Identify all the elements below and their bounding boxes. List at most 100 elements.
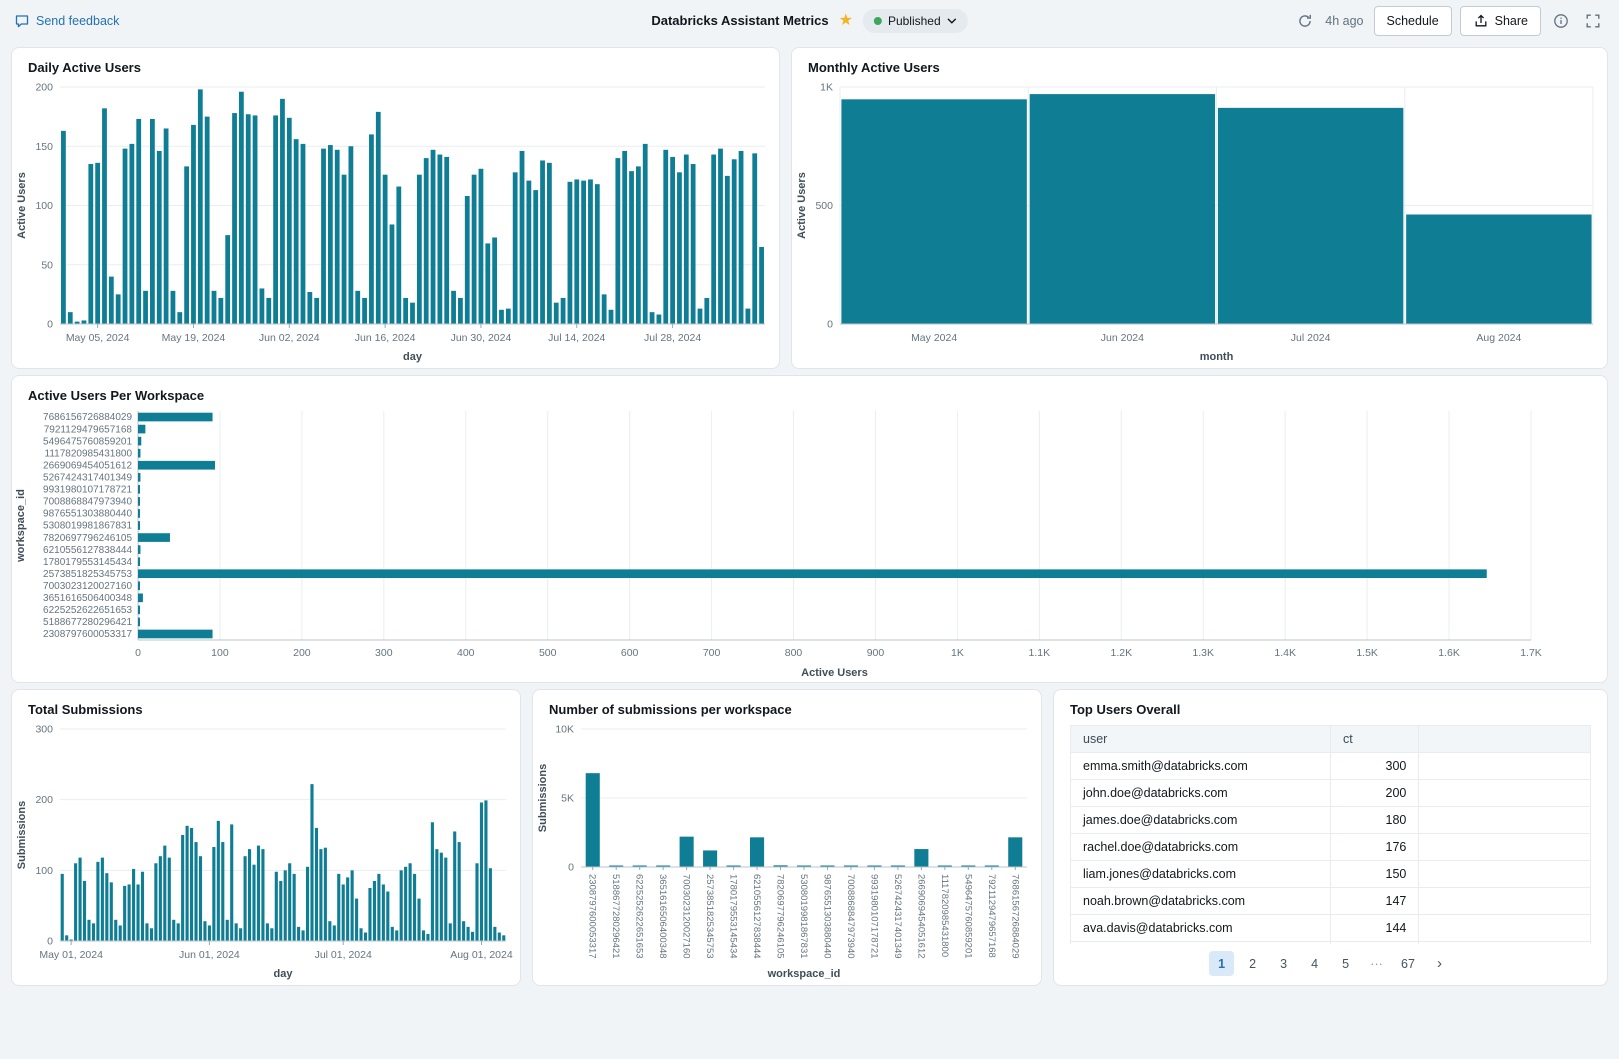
schedule-button[interactable]: Schedule: [1374, 6, 1452, 36]
svg-text:6210556127838444: 6210556127838444: [751, 874, 762, 959]
user-cell: noah.brown@databricks.com: [1071, 888, 1331, 915]
svg-text:month: month: [1200, 351, 1234, 363]
fullscreen-button[interactable]: [1581, 9, 1605, 33]
svg-text:1.3K: 1.3K: [1192, 647, 1214, 659]
refresh-icon: [1297, 13, 1313, 29]
bars: [586, 773, 1023, 867]
svg-text:Aug 01, 2024: Aug 01, 2024: [450, 949, 513, 961]
user-cell: rachel.doe@databricks.com: [1071, 834, 1331, 861]
next-page-button[interactable]: ›: [1427, 951, 1452, 976]
share-button[interactable]: Share: [1460, 6, 1541, 36]
page-button-67[interactable]: 67: [1395, 951, 1421, 976]
spare-cell: [1419, 834, 1591, 861]
svg-text:Jun 01, 2024: Jun 01, 2024: [179, 949, 240, 961]
svg-text:7008868847973940: 7008868847973940: [43, 497, 132, 508]
total-submissions-chart: 0100200300May 01, 2024Jun 01, 2024Jul 01…: [12, 719, 520, 985]
svg-text:Submissions: Submissions: [16, 801, 28, 869]
monthly-active-users-chart: 05001KMay 2024Jun 2024Jul 2024Aug 2024mo…: [792, 77, 1607, 368]
svg-text:9876551303880440: 9876551303880440: [43, 509, 132, 520]
ct-cell: 200: [1331, 780, 1419, 807]
chart-title-submissions-per-workspace: Number of submissions per workspace: [533, 690, 1041, 719]
ct-cell: 150: [1331, 861, 1419, 888]
svg-text:1780179553145434: 1780179553145434: [43, 557, 132, 568]
svg-text:100: 100: [35, 200, 53, 212]
svg-text:5267424317401349: 5267424317401349: [43, 472, 132, 483]
active_users_per_workspace-plot: 01002003004005006007008009001K1.1K1.2K1.…: [12, 405, 1607, 682]
svg-text:2669069454051612: 2669069454051612: [43, 460, 132, 471]
svg-text:300: 300: [375, 647, 393, 659]
fullscreen-icon: [1585, 13, 1601, 29]
top-users-tbody: emma.smith@databricks.com300john.doe@dat…: [1071, 753, 1591, 945]
svg-text:2308797600053317: 2308797600053317: [587, 874, 598, 959]
user-cell: liam.jones@databricks.com: [1071, 861, 1331, 888]
submissions-per-workspace-chart: 05K10K2308797600053317518867728029642162…: [533, 719, 1041, 985]
svg-text:1.2K: 1.2K: [1110, 647, 1132, 659]
grid: [60, 729, 506, 941]
svg-text:150: 150: [35, 141, 53, 153]
table-row: john.doe@databricks.com200: [1071, 780, 1591, 807]
svg-text:10K: 10K: [555, 724, 574, 736]
svg-text:5188677280296421: 5188677280296421: [43, 617, 132, 628]
svg-text:Jun 02, 2024: Jun 02, 2024: [259, 332, 320, 344]
send-feedback-link[interactable]: Send feedback: [14, 13, 119, 29]
daily_active_users-plot: 050100150200May 05, 2024May 19, 2024Jun …: [12, 77, 779, 368]
svg-text:7921129479657168: 7921129479657168: [44, 424, 133, 435]
table-row: ava.davis@databricks.com144: [1071, 915, 1591, 942]
svg-text:7686156726884029: 7686156726884029: [1009, 874, 1020, 959]
svg-text:0: 0: [47, 936, 53, 948]
svg-text:Submissions: Submissions: [537, 764, 549, 832]
active-users-per-workspace-card: Active Users Per Workspace 0100200300400…: [11, 375, 1608, 683]
page-button-2[interactable]: 2: [1240, 951, 1265, 976]
svg-text:1.4K: 1.4K: [1274, 647, 1296, 659]
daily-active-users-chart: 050100150200May 05, 2024May 19, 2024Jun …: [12, 77, 779, 368]
user-cell: ava.davis@databricks.com: [1071, 915, 1331, 942]
svg-text:300: 300: [35, 724, 53, 736]
svg-text:workspace_id: workspace_id: [767, 968, 841, 980]
svg-text:Active Users: Active Users: [796, 172, 808, 239]
svg-text:100: 100: [35, 865, 53, 877]
user-cell: james.doe@databricks.com: [1071, 807, 1331, 834]
svg-text:day: day: [274, 968, 294, 980]
svg-text:5K: 5K: [561, 793, 574, 805]
svg-text:600: 600: [621, 647, 639, 659]
svg-text:7820697796246105: 7820697796246105: [775, 874, 786, 959]
refresh-button[interactable]: [1293, 9, 1317, 33]
svg-text:day: day: [403, 351, 423, 363]
page-button-1[interactable]: 1: [1209, 951, 1234, 976]
total_submissions-plot: 0100200300May 01, 2024Jun 01, 2024Jul 01…: [12, 719, 520, 985]
svg-text:700: 700: [703, 647, 721, 659]
feedback-bubble-icon: [14, 13, 30, 29]
page-button-4[interactable]: 4: [1302, 951, 1327, 976]
svg-text:5308019981867831: 5308019981867831: [43, 521, 132, 532]
published-dropdown[interactable]: Published: [863, 9, 968, 33]
favorite-star-icon[interactable]: ★: [839, 13, 853, 29]
svg-text:2669069454051612: 2669069454051612: [915, 874, 926, 959]
svg-text:1K: 1K: [820, 82, 833, 94]
chart-title-monthly-active-users: Monthly Active Users: [792, 48, 1607, 77]
total-submissions-card: Total Submissions 0100200300May 01, 2024…: [11, 689, 521, 986]
svg-text:400: 400: [457, 647, 475, 659]
ct-cell: 176: [1331, 834, 1419, 861]
page-button-3[interactable]: 3: [1271, 951, 1296, 976]
svg-text:May 01, 2024: May 01, 2024: [39, 949, 103, 961]
page-button-5[interactable]: 5: [1333, 951, 1358, 976]
column-header-ct[interactable]: ct: [1331, 726, 1419, 753]
info-button[interactable]: [1549, 9, 1573, 33]
spare-cell: [1419, 888, 1591, 915]
dashboard-canvas: Daily Active Users 050100150200May 05, 2…: [0, 41, 1619, 992]
svg-text:1K: 1K: [951, 647, 964, 659]
svg-text:1117820985431800: 1117820985431800: [45, 448, 133, 459]
info-icon: [1553, 13, 1569, 29]
svg-text:9931980107178721: 9931980107178721: [868, 874, 879, 959]
monthly-active-users-card: Monthly Active Users 05001KMay 2024Jun 2…: [791, 47, 1608, 369]
ct-cell: 300: [1331, 753, 1419, 780]
chart-title-daily-active-users: Daily Active Users: [12, 48, 779, 77]
bars: [61, 784, 506, 941]
column-header-user[interactable]: user: [1071, 726, 1331, 753]
svg-text:200: 200: [35, 82, 53, 94]
svg-text:May 05, 2024: May 05, 2024: [66, 332, 130, 344]
svg-text:1.7K: 1.7K: [1520, 647, 1542, 659]
table-row: emma.smith@databricks.com300: [1071, 753, 1591, 780]
svg-text:0: 0: [827, 319, 833, 331]
svg-text:Jun 16, 2024: Jun 16, 2024: [355, 332, 416, 344]
